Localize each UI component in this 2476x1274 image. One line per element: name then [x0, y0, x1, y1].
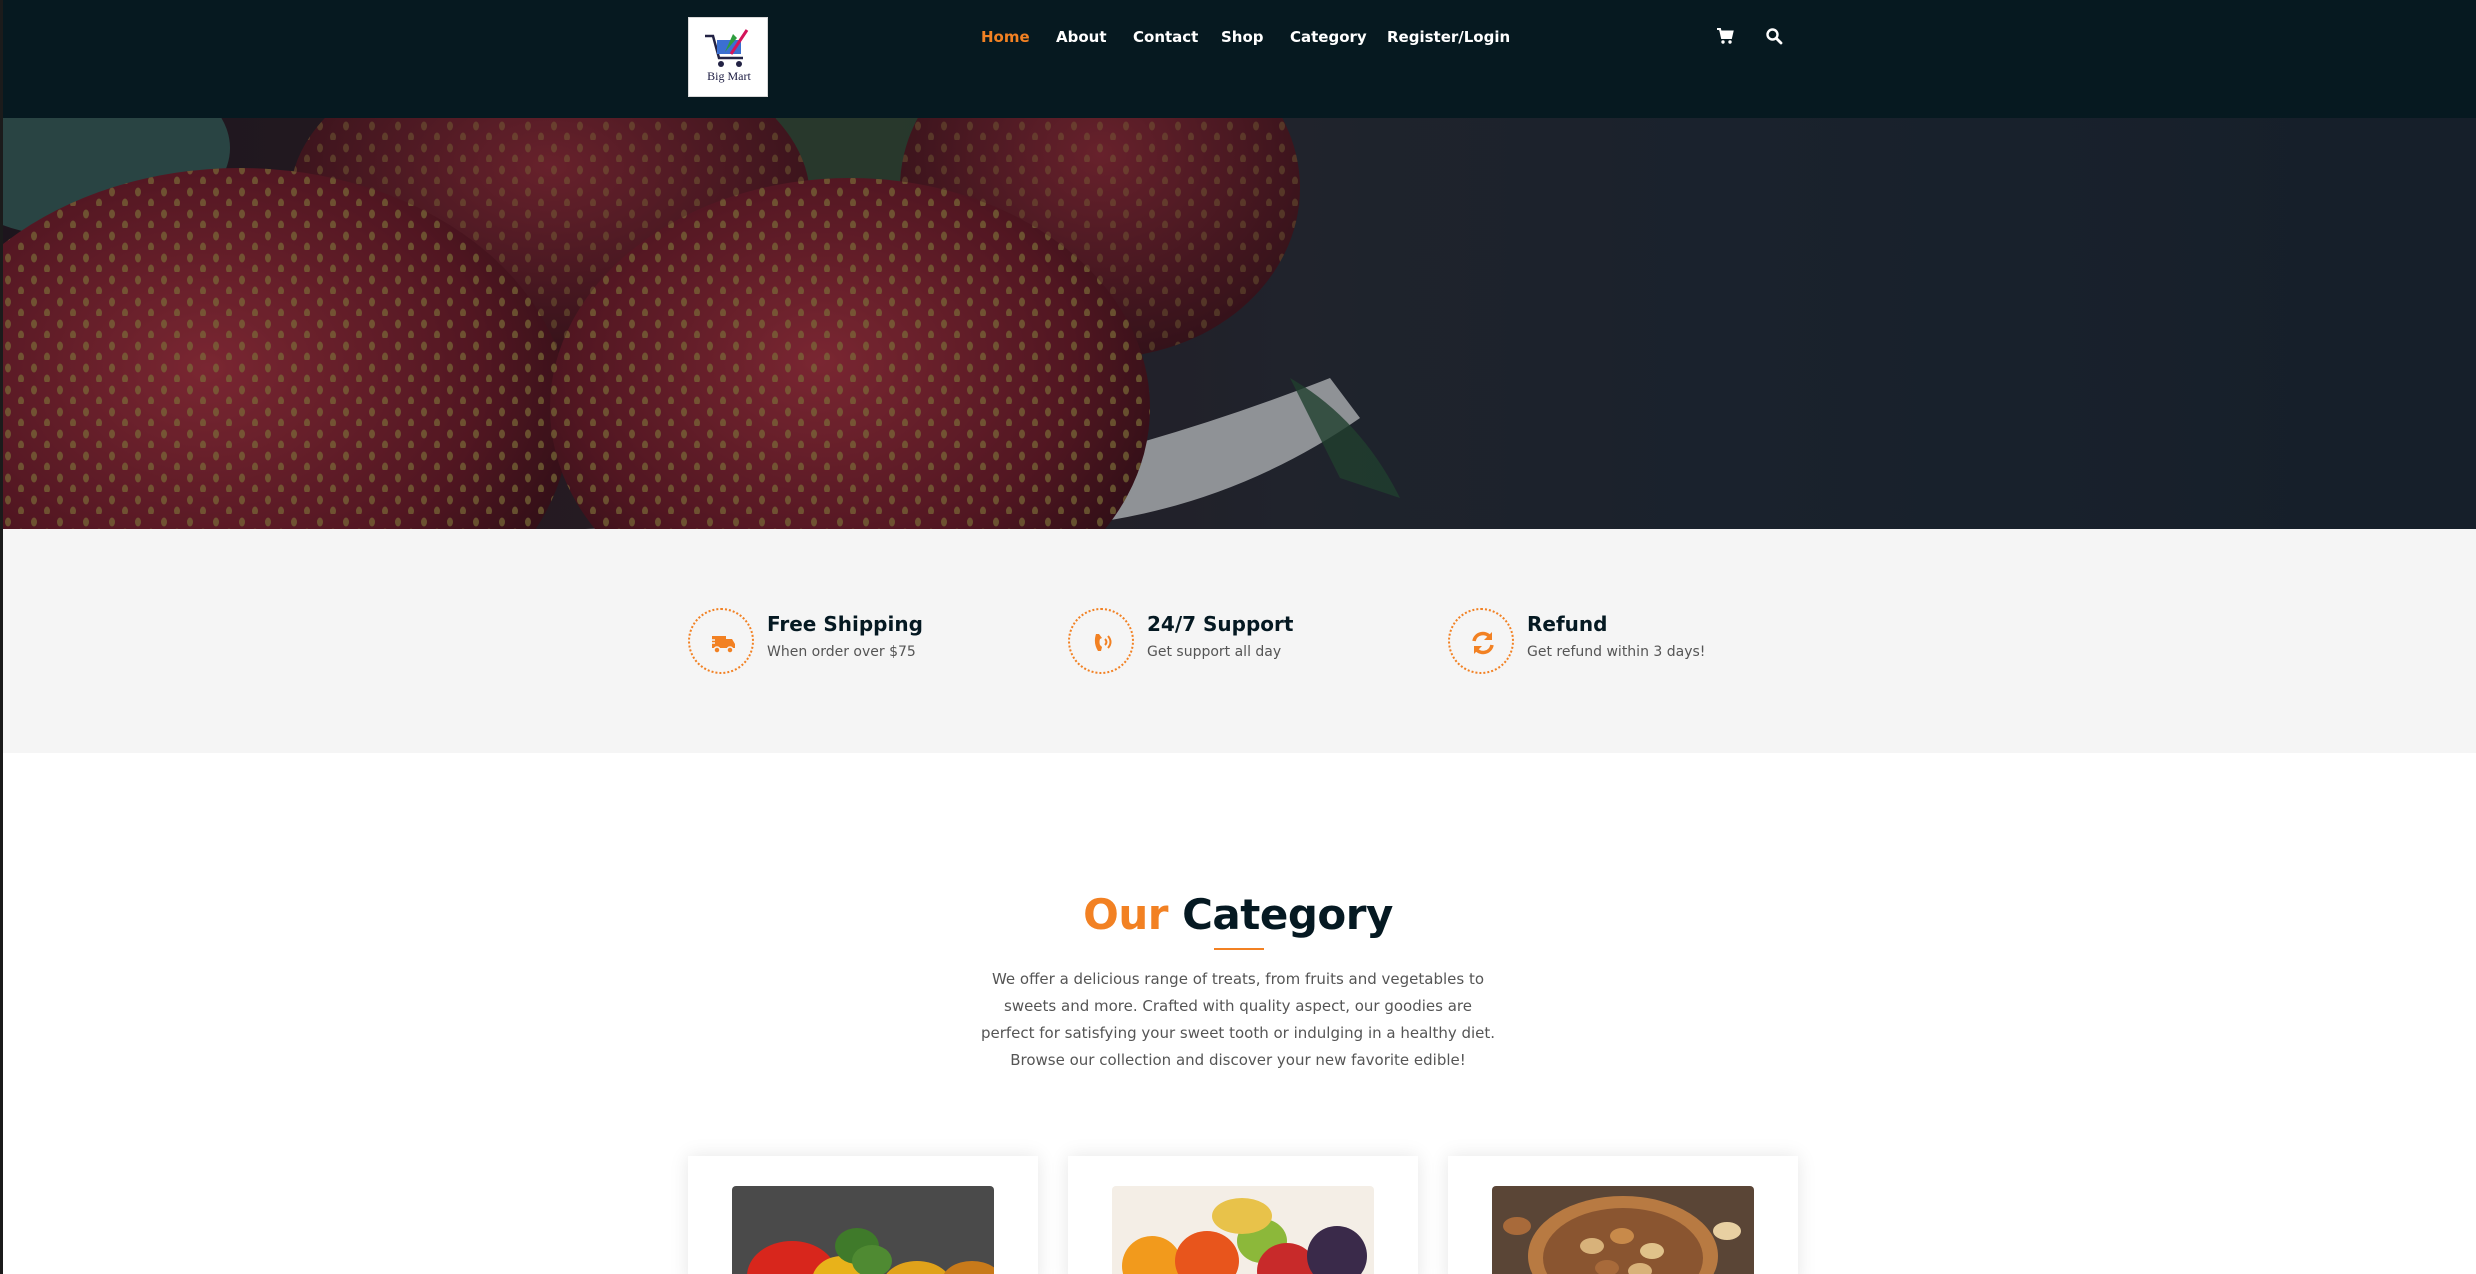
- category-image-fruits: [1112, 1186, 1374, 1274]
- category-card-vegetables[interactable]: [688, 1156, 1038, 1274]
- section-title: Our Category: [0, 890, 2476, 939]
- category-card-nuts[interactable]: [1448, 1156, 1798, 1274]
- site-header: Big Mart Home About Contact Shop Categor…: [0, 0, 2476, 118]
- nav-register-login[interactable]: Register/Login: [1387, 28, 1510, 46]
- feature-subtitle: When order over $75: [767, 644, 916, 660]
- section-title-accent: Our: [1083, 890, 1168, 939]
- hero-overlay: [0, 118, 2476, 529]
- section-title-main: Category: [1182, 890, 1393, 939]
- nav-about[interactable]: About: [1056, 28, 1107, 46]
- feature-title: Refund: [1527, 612, 1608, 636]
- nav-home[interactable]: Home: [981, 28, 1030, 46]
- hero-banner: [0, 118, 2476, 529]
- category-image-vegetables: [732, 1186, 994, 1274]
- brand-logo[interactable]: Big Mart: [688, 17, 768, 97]
- category-card-fruits[interactable]: [1068, 1156, 1418, 1274]
- feature-subtitle: Get support all day: [1147, 644, 1282, 660]
- window-edge: [0, 0, 3, 1274]
- truck-icon: [688, 608, 754, 674]
- features-bar: Free Shipping When order over $75 24/7 S…: [0, 529, 2476, 753]
- cart-icon[interactable]: [1716, 27, 1736, 47]
- title-underline: [1214, 948, 1264, 950]
- feature-title: Free Shipping: [767, 612, 923, 636]
- category-image-nuts: [1492, 1186, 1754, 1274]
- search-icon[interactable]: [1765, 27, 1785, 47]
- section-description: We offer a delicious range of treats, fr…: [980, 970, 1496, 1069]
- phone-icon: [1068, 608, 1134, 674]
- nav-category[interactable]: Category: [1290, 28, 1367, 46]
- nav-shop[interactable]: Shop: [1221, 28, 1264, 46]
- logo-text: Big Mart: [707, 69, 751, 83]
- feature-subtitle: Get refund within 3 days!: [1527, 644, 1706, 660]
- feature-title: 24/7 Support: [1147, 612, 1294, 636]
- refresh-icon: [1448, 608, 1514, 674]
- nav-contact[interactable]: Contact: [1133, 28, 1198, 46]
